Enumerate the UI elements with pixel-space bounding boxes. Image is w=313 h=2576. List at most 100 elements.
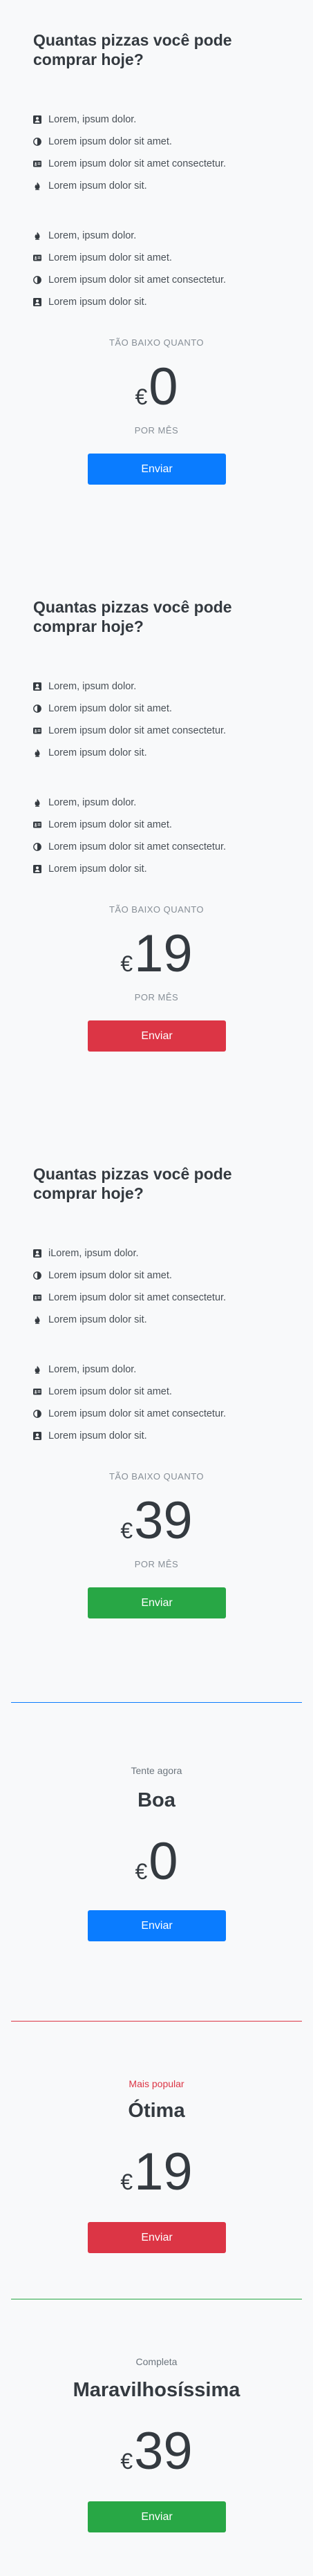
feature-text: Lorem ipsum dolor sit amet consectetur. <box>48 841 227 852</box>
feature-item: Lorem, ipsum dolor. <box>33 792 282 814</box>
currency-symbol: € <box>120 951 133 976</box>
price-amount: 0 <box>149 357 178 416</box>
pricing-plan-3: Quantas pizzas você pode comprar hoje? i… <box>0 1134 313 1701</box>
price-amount: 19 <box>134 924 193 983</box>
tier-name: Maravilhosíssima <box>73 2379 240 2401</box>
tier-label: Tente agora <box>131 1765 182 1776</box>
pricing-plan-1: Quantas pizzas você pode comprar hoje? L… <box>0 0 313 567</box>
pricing-plan-2: Quantas pizzas você pode comprar hoje? L… <box>0 567 313 1134</box>
price: €19 <box>0 928 313 980</box>
feature-text: Lorem ipsum dolor sit amet consectetur. <box>48 1292 227 1303</box>
feature-item: Lorem, ipsum dolor. <box>33 109 282 131</box>
feature-text: Lorem, ipsum dolor. <box>48 1364 137 1375</box>
currency-symbol: € <box>120 1518 133 1543</box>
id-card-icon <box>33 821 41 829</box>
feature-list: Lorem, ipsum dolor. Lorem ipsum dolor si… <box>33 1359 282 1447</box>
feature-list: Lorem, ipsum dolor. Lorem ipsum dolor si… <box>33 792 282 880</box>
fire-icon <box>33 1316 41 1324</box>
user-icon <box>33 298 41 306</box>
price-amount: 39 <box>134 2422 193 2481</box>
feature-item: Lorem ipsum dolor sit amet consectetur. <box>33 269 282 291</box>
feature-item: Lorem ipsum dolor sit amet. <box>33 131 282 153</box>
feature-text: Lorem ipsum dolor sit amet consectetur. <box>48 274 227 286</box>
feature-text: Lorem ipsum dolor sit amet. <box>48 819 172 830</box>
user-icon <box>33 1432 41 1440</box>
feature-text: Lorem ipsum dolor sit. <box>48 747 147 758</box>
feature-list: Lorem, ipsum dolor. Lorem ipsum dolor si… <box>33 225 282 313</box>
feature-text: Lorem ipsum dolor sit amet consectetur. <box>48 158 227 169</box>
as-low-as-label: TÃO BAIXO QUANTO <box>108 904 205 915</box>
tier-card-2: Mais popular Ótima €19 Enviar <box>0 2022 313 2298</box>
id-card-icon <box>33 727 41 735</box>
feature-text: Lorem, ipsum dolor. <box>48 797 137 808</box>
id-card-icon <box>33 254 41 262</box>
price: €0 <box>0 1836 313 1888</box>
user-icon <box>33 682 41 691</box>
feature-list: Lorem, ipsum dolor. Lorem ipsum dolor si… <box>33 109 282 197</box>
plan-title: Quantas pizzas você pode comprar hoje? <box>33 598 232 635</box>
feature-item: Lorem ipsum dolor sit amet. <box>33 1381 282 1403</box>
price-amount: 19 <box>134 2143 193 2201</box>
feature-text: Lorem ipsum dolor sit. <box>48 1430 147 1441</box>
half-circle-icon <box>33 1271 41 1280</box>
currency-symbol: € <box>120 2169 133 2194</box>
currency-symbol: € <box>120 2449 133 2474</box>
submit-button[interactable]: Enviar <box>88 2501 226 2532</box>
currency-symbol: € <box>135 1859 148 1884</box>
currency-symbol: € <box>135 384 148 409</box>
feature-item: Lorem ipsum dolor sit. <box>33 1425 282 1447</box>
feature-text: Lorem ipsum dolor sit. <box>48 864 147 875</box>
submit-button[interactable]: Enviar <box>88 1020 226 1052</box>
submit-button[interactable]: Enviar <box>88 2222 226 2253</box>
per-month-label: POR MÊS <box>134 1559 179 1569</box>
feature-item: Lorem ipsum dolor sit amet consectetur. <box>33 720 282 742</box>
half-circle-icon <box>33 843 41 851</box>
feature-item: Lorem ipsum dolor sit. <box>33 1309 282 1331</box>
feature-list: Lorem, ipsum dolor. Lorem ipsum dolor si… <box>33 675 282 764</box>
feature-text: Lorem, ipsum dolor. <box>48 681 137 692</box>
half-circle-icon <box>33 276 41 284</box>
price: €39 <box>0 2425 313 2478</box>
half-circle-icon <box>33 704 41 713</box>
fire-icon <box>33 1365 41 1374</box>
feature-item: Lorem ipsum dolor sit. <box>33 742 282 764</box>
feature-text: Lorem ipsum dolor sit. <box>48 1314 147 1325</box>
submit-button[interactable]: Enviar <box>88 1587 226 1618</box>
fire-icon <box>33 232 41 240</box>
feature-text: Lorem ipsum dolor sit. <box>48 180 147 192</box>
feature-text: Lorem ipsum dolor sit amet consectetur. <box>48 725 227 736</box>
feature-item: Lorem ipsum dolor sit amet consectetur. <box>33 836 282 858</box>
feature-text: Lorem ipsum dolor sit amet. <box>48 252 172 263</box>
plan-title: Quantas pizzas você pode comprar hoje? <box>33 31 232 68</box>
per-month-label: POR MÊS <box>134 425 179 436</box>
feature-item: Lorem ipsum dolor sit amet. <box>33 1264 282 1287</box>
feature-item: Lorem, ipsum dolor. <box>33 225 282 247</box>
feature-list: iLorem, ipsum dolor. Lorem ipsum dolor s… <box>33 1242 282 1331</box>
as-low-as-label: TÃO BAIXO QUANTO <box>108 337 205 348</box>
fire-icon <box>33 799 41 807</box>
tier-name: Ótima <box>128 2100 185 2122</box>
half-circle-icon <box>33 1410 41 1418</box>
submit-button[interactable]: Enviar <box>88 1910 226 1941</box>
tier-name: Boa <box>137 1789 176 1811</box>
feature-item: Lorem ipsum dolor sit amet. <box>33 247 282 269</box>
fire-icon <box>33 749 41 757</box>
feature-text: Lorem, ipsum dolor. <box>48 230 137 241</box>
tier-label: Completa <box>135 2356 178 2367</box>
feature-text: Lorem ipsum dolor sit amet. <box>48 703 172 714</box>
id-card-icon <box>33 1294 41 1302</box>
tier-card-3: Completa Maravilhosíssima €39 Enviar <box>0 2299 313 2576</box>
feature-item: Lorem, ipsum dolor. <box>33 675 282 698</box>
id-card-icon <box>33 1388 41 1396</box>
submit-button[interactable]: Enviar <box>88 454 226 485</box>
as-low-as-label: TÃO BAIXO QUANTO <box>108 1471 205 1482</box>
user-icon <box>33 865 41 873</box>
feature-text: Lorem ipsum dolor sit amet. <box>48 136 172 147</box>
half-circle-icon <box>33 138 41 146</box>
feature-text: Lorem ipsum dolor sit. <box>48 297 147 308</box>
price-amount: 39 <box>134 1491 193 1550</box>
feature-text: Lorem ipsum dolor sit amet. <box>48 1270 172 1281</box>
id-card-icon <box>33 160 41 168</box>
price: €39 <box>0 1495 313 1547</box>
feature-item: iLorem, ipsum dolor. <box>33 1242 282 1264</box>
